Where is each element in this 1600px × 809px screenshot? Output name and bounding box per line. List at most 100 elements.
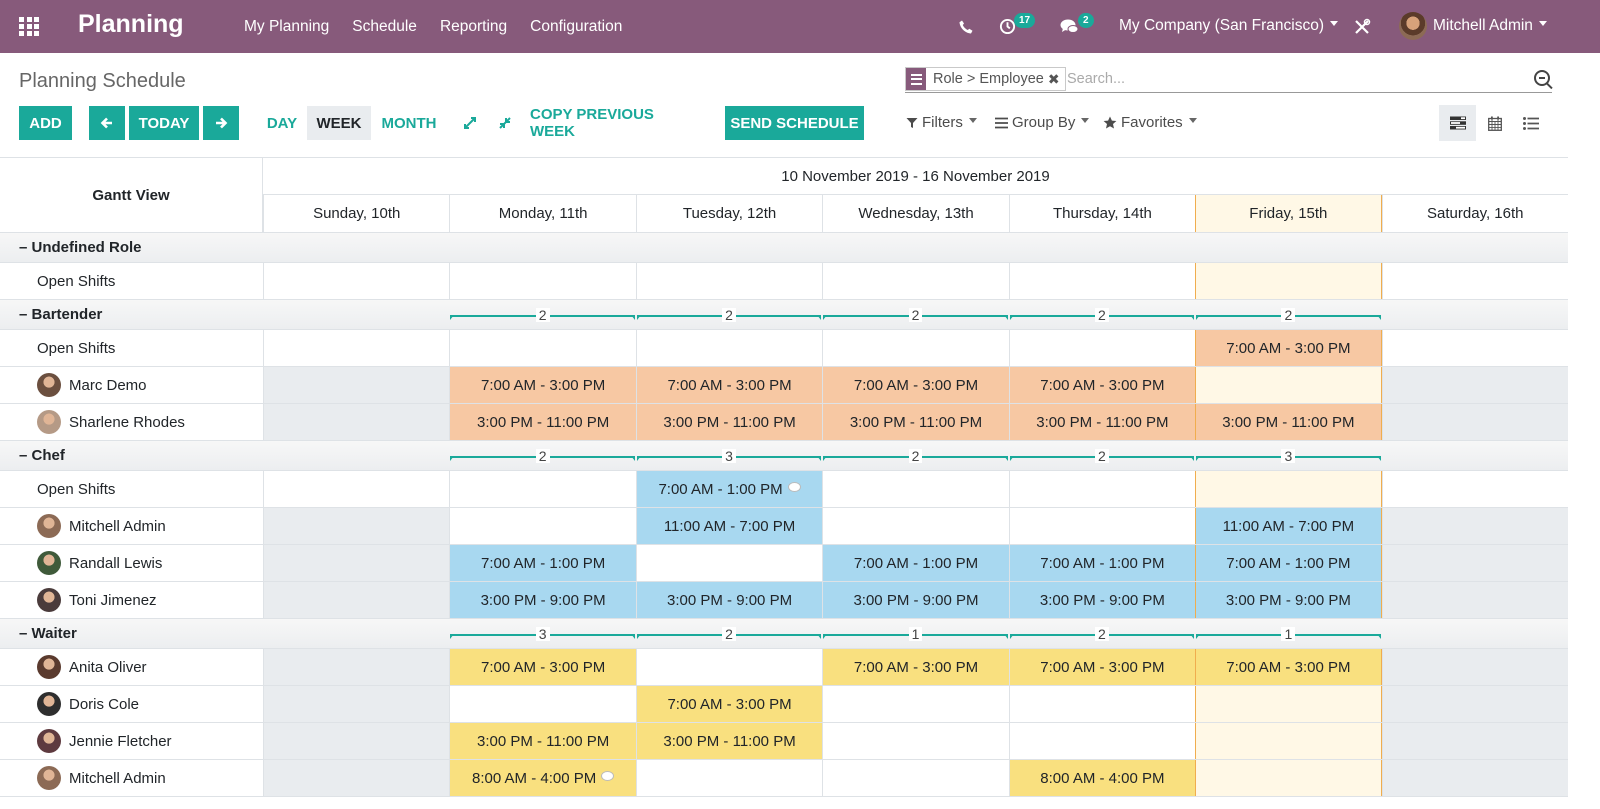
shift-pill[interactable]: 3:00 PM - 11:00 PM (1195, 404, 1382, 440)
empty-cell[interactable] (1381, 582, 1568, 618)
shift-pill[interactable]: 7:00 AM - 1:00 PM (1008, 545, 1196, 581)
shift-pill[interactable]: 7:00 AM - 3:00 PM (635, 686, 823, 722)
empty-cell[interactable] (1008, 471, 1195, 507)
empty-cell[interactable] (449, 330, 635, 366)
shift-pill[interactable]: 11:00 AM - 7:00 PM (1195, 508, 1382, 544)
favorites-dropdown[interactable]: Favorites (1103, 114, 1197, 131)
empty-cell[interactable] (822, 686, 1008, 722)
empty-cell[interactable] (263, 545, 450, 581)
phone-icon[interactable] (958, 0, 974, 53)
previous-button[interactable] (89, 106, 125, 140)
empty-cell[interactable] (635, 330, 822, 366)
menu-item-my-planning[interactable]: My Planning (244, 18, 329, 36)
shift-pill[interactable]: 7:00 AM - 1:00 PM (822, 545, 1009, 581)
empty-cell[interactable] (263, 723, 450, 759)
shift-pill[interactable]: 7:00 AM - 3:00 PM (822, 367, 1009, 403)
facet-remove-icon[interactable]: ✖ (1048, 71, 1065, 88)
scale-day-button[interactable]: DAY (261, 106, 303, 140)
shift-pill[interactable]: 7:00 AM - 1:00 PM (449, 545, 636, 581)
list-view-button[interactable] (1512, 105, 1549, 141)
shift-pill[interactable]: 3:00 PM - 11:00 PM (635, 404, 823, 440)
shift-pill[interactable]: 7:00 AM - 3:00 PM (635, 367, 823, 403)
empty-cell[interactable] (263, 582, 450, 618)
shift-pill[interactable]: 8:00 AM - 4:00 PM (1008, 760, 1196, 796)
scale-week-button[interactable]: WEEK (307, 106, 371, 140)
group-by-dropdown[interactable]: Group By (995, 114, 1090, 131)
send-schedule-button[interactable]: SEND SCHEDULE (725, 106, 864, 140)
user-menu[interactable]: Mitchell Admin (1433, 17, 1547, 35)
empty-cell[interactable] (635, 760, 822, 796)
search-icon[interactable] (1534, 70, 1550, 86)
empty-cell[interactable] (822, 263, 1008, 299)
activity-button[interactable]: 17 (999, 0, 1036, 53)
debug-tools-icon[interactable] (1353, 0, 1371, 53)
shift-pill[interactable]: 3:00 PM - 9:00 PM (1195, 582, 1382, 618)
empty-cell[interactable] (263, 404, 450, 440)
empty-cell[interactable] (1381, 723, 1568, 759)
empty-cell[interactable] (1381, 330, 1568, 366)
menu-item-configuration[interactable]: Configuration (530, 18, 622, 36)
empty-cell[interactable] (635, 263, 822, 299)
search-input[interactable] (1067, 68, 1507, 90)
company-switcher[interactable]: My Company (San Francisco) (1119, 17, 1339, 35)
group-toggle[interactable]: – Waiter (0, 619, 263, 648)
messages-button[interactable]: 2 (1060, 0, 1094, 53)
empty-cell[interactable] (1381, 545, 1568, 581)
group-row[interactable]: – Chef 2 3 2 2 3 (0, 440, 1568, 470)
shift-pill[interactable]: 3:00 PM - 11:00 PM (449, 404, 636, 440)
empty-cell[interactable] (1008, 263, 1195, 299)
group-row[interactable]: – Bartender 2 2 2 2 2 (0, 299, 1568, 329)
menu-item-schedule[interactable]: Schedule (352, 18, 417, 36)
shift-pill[interactable]: 7:00 AM - 3:00 PM (822, 649, 1009, 685)
empty-cell[interactable] (822, 508, 1008, 544)
empty-cell[interactable] (635, 545, 822, 581)
empty-cell[interactable] (1381, 404, 1568, 440)
empty-cell[interactable] (263, 263, 449, 299)
empty-cell[interactable] (1008, 723, 1195, 759)
empty-cell[interactable] (449, 508, 635, 544)
empty-cell[interactable] (1195, 263, 1382, 299)
shift-pill[interactable]: 7:00 AM - 3:00 PM (449, 649, 636, 685)
scale-month-button[interactable]: MONTH (375, 106, 443, 140)
shift-pill[interactable]: 3:00 PM - 9:00 PM (1008, 582, 1196, 618)
shift-pill[interactable]: 3:00 PM - 9:00 PM (822, 582, 1009, 618)
gantt-view-button[interactable] (1439, 105, 1476, 141)
shift-pill[interactable]: 3:00 PM - 9:00 PM (635, 582, 823, 618)
expand-rows-button[interactable] (458, 106, 482, 140)
shift-pill[interactable]: 7:00 AM - 1:00 PM (1195, 545, 1382, 581)
shift-pill[interactable]: 7:00 AM - 3:00 PM (1008, 649, 1196, 685)
next-button[interactable] (203, 106, 239, 140)
user-avatar[interactable] (1399, 12, 1427, 40)
empty-cell[interactable] (1195, 367, 1382, 403)
empty-cell[interactable] (1381, 471, 1568, 507)
group-row[interactable]: – Waiter 3 2 1 2 1 (0, 618, 1568, 648)
empty-cell[interactable] (263, 508, 450, 544)
shift-pill[interactable]: 8:00 AM - 4:00 PM (449, 760, 636, 796)
shift-pill[interactable]: 7:00 AM - 3:00 PM (1195, 330, 1382, 366)
empty-cell[interactable] (263, 686, 450, 722)
calendar-view-button[interactable] (1476, 105, 1513, 141)
empty-cell[interactable] (822, 760, 1008, 796)
shift-pill[interactable]: 3:00 PM - 11:00 PM (822, 404, 1009, 440)
menu-item-reporting[interactable]: Reporting (440, 18, 507, 36)
shift-pill[interactable]: 7:00 AM - 3:00 PM (1008, 367, 1196, 403)
empty-cell[interactable] (1381, 686, 1568, 722)
group-toggle[interactable]: – Bartender (0, 300, 263, 329)
shift-pill[interactable]: 7:00 AM - 3:00 PM (449, 367, 636, 403)
filters-dropdown[interactable]: Filters (906, 114, 977, 131)
empty-cell[interactable] (1381, 649, 1568, 685)
empty-cell[interactable] (449, 471, 635, 507)
empty-cell[interactable] (449, 686, 635, 722)
shift-pill[interactable]: 11:00 AM - 7:00 PM (635, 508, 823, 544)
shift-pill[interactable]: 3:00 PM - 11:00 PM (449, 723, 636, 759)
shift-pill[interactable]: 3:00 PM - 11:00 PM (1008, 404, 1196, 440)
empty-cell[interactable] (1008, 330, 1195, 366)
empty-cell[interactable] (822, 723, 1008, 759)
group-toggle[interactable]: – Undefined Role (0, 233, 263, 262)
apps-menu-icon[interactable] (19, 17, 39, 36)
empty-cell[interactable] (1381, 263, 1568, 299)
empty-cell[interactable] (635, 649, 822, 685)
copy-previous-week-button[interactable]: COPY PREVIOUS WEEK (530, 106, 702, 140)
empty-cell[interactable] (1195, 686, 1382, 722)
empty-cell[interactable] (263, 649, 450, 685)
